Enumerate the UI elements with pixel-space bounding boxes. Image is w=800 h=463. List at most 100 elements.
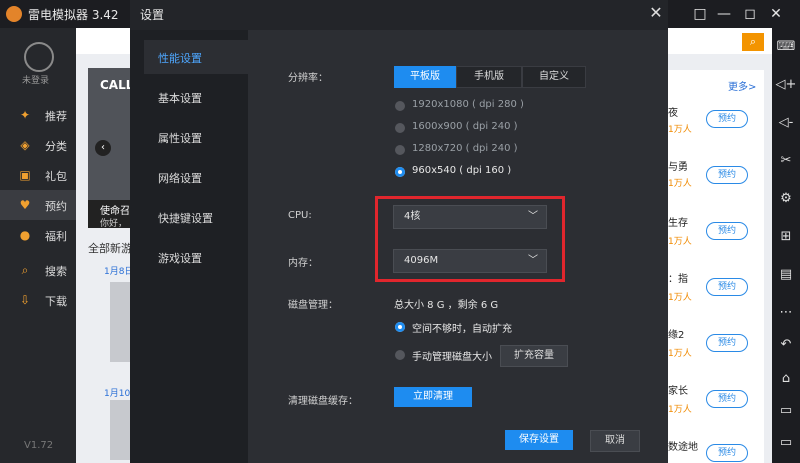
- gear-icon[interactable]: ⚙: [772, 186, 800, 212]
- volume-up-icon[interactable]: ◁+: [772, 72, 800, 98]
- option-label: 1280x720 ( dpi 240 ): [412, 143, 518, 154]
- memory-label: 内存：: [288, 258, 318, 269]
- dialog-titlebar: [130, 0, 668, 30]
- reserve-button[interactable]: 预约: [706, 390, 748, 408]
- list-item-sub: 1万人: [668, 405, 692, 415]
- banner-title: CALL: [100, 78, 134, 92]
- list-item-title: 家长: [668, 386, 688, 397]
- more-link[interactable]: 更多>: [728, 78, 756, 93]
- reserve-button[interactable]: 预约: [706, 444, 748, 462]
- list-item-title: 生存: [668, 218, 688, 229]
- banner-prev-icon[interactable]: ‹: [95, 140, 111, 156]
- back-icon[interactable]: ↶: [772, 332, 800, 358]
- sidebar-item-category[interactable]: ◈ 分类: [0, 130, 76, 160]
- layers-icon: ◈: [20, 138, 30, 152]
- tab-phone[interactable]: 手机版: [456, 66, 522, 88]
- tab-tablet[interactable]: 平板版: [394, 66, 456, 88]
- reserve-button[interactable]: 预约: [706, 110, 748, 128]
- close-window-icon[interactable]: ✕: [764, 3, 788, 25]
- clear-cache-button[interactable]: 立即清理: [394, 387, 472, 407]
- scissors-icon[interactable]: ✂: [772, 148, 800, 174]
- sidebar-item-welfare[interactable]: ● 福利: [0, 220, 76, 250]
- disk-label: 磁盘管理：: [288, 300, 338, 311]
- tab-shortcuts[interactable]: 快捷键设置: [144, 200, 248, 234]
- volume-down-icon[interactable]: ◁-: [772, 110, 800, 136]
- avatar[interactable]: [24, 42, 54, 72]
- recent-apps-icon[interactable]: ▭: [772, 398, 800, 424]
- login-status[interactable]: 未登录: [22, 73, 49, 86]
- memory-select[interactable]: 4096M ﹀: [393, 249, 547, 273]
- reserve-button[interactable]: 预约: [706, 278, 748, 296]
- gift-icon: ▣: [19, 168, 31, 182]
- memory-value: 4096M: [404, 255, 439, 266]
- close-icon[interactable]: ✕: [646, 3, 666, 23]
- radio-1600x900[interactable]: [395, 123, 405, 133]
- reserve-button[interactable]: 预约: [706, 334, 748, 352]
- cpu-select[interactable]: 4核 ﹀: [393, 205, 547, 229]
- tab-properties[interactable]: 属性设置: [144, 120, 248, 154]
- tab-custom[interactable]: 自定义: [522, 66, 586, 88]
- radio-manual-disk[interactable]: [395, 350, 405, 360]
- search-icon[interactable]: ⌕: [742, 33, 764, 51]
- option-label: 960x540 ( dpi 160 ): [412, 165, 512, 176]
- list-item-sub: 1万人: [668, 349, 692, 359]
- sidebar-item-download[interactable]: ⇩ 下载: [0, 285, 76, 315]
- option-label: 1920x1080 ( dpi 280 ): [412, 99, 524, 110]
- list-item-title: 夜: [668, 108, 678, 119]
- cpu-value: 4核: [404, 211, 421, 222]
- tab-performance[interactable]: 性能设置: [144, 40, 248, 74]
- more-icon[interactable]: ⋯: [772, 300, 800, 326]
- banner-caption: 使命召: [100, 206, 130, 217]
- leidian-logo-icon: [6, 6, 22, 22]
- timeline-thumb[interactable]: [110, 282, 130, 362]
- reserve-button[interactable]: 预约: [706, 222, 748, 240]
- sidebar-item-reserve[interactable]: ♥ 预约: [0, 190, 76, 220]
- section-title: 全部新游: [88, 242, 132, 255]
- list-item-title: ：指: [668, 274, 688, 285]
- apk-icon[interactable]: ▤: [772, 262, 800, 288]
- tab-basic[interactable]: 基本设置: [144, 80, 248, 114]
- timeline-thumb[interactable]: [110, 400, 130, 460]
- sidebar-item-recommend[interactable]: ✦ 推荐: [0, 100, 76, 130]
- expand-capacity-button[interactable]: 扩充容量: [500, 345, 568, 367]
- home-icon[interactable]: ⌂: [772, 366, 800, 392]
- app-title: 雷电模拟器 3.42: [28, 8, 119, 22]
- dialog-title: 设置: [140, 8, 165, 22]
- option-label: 空间不够时，自动扩充: [412, 324, 512, 335]
- cache-label: 清理磁盘缓存：: [288, 396, 358, 407]
- timeline-date: 1月10: [104, 389, 131, 399]
- sidebar-item-search[interactable]: ⌕ 搜索: [0, 255, 76, 285]
- list-item-title: 数途地: [668, 442, 698, 453]
- version-label: V1.72: [24, 440, 54, 451]
- minimize-icon[interactable]: —: [712, 3, 736, 25]
- list-item-title: 与勇: [668, 162, 688, 173]
- list-item-sub: 1万人: [668, 237, 692, 247]
- add-window-icon[interactable]: ⊞: [772, 224, 800, 250]
- list-item-sub: 1万人: [668, 179, 692, 189]
- sidebar-item-gift[interactable]: ▣ 礼包: [0, 160, 76, 190]
- tab-network[interactable]: 网络设置: [144, 160, 248, 194]
- coin-icon: ●: [19, 228, 31, 242]
- list-item-title: 缘2: [668, 330, 685, 341]
- list-item-sub: 1万人: [668, 293, 692, 303]
- radio-960x540[interactable]: [395, 167, 405, 177]
- radio-1920x1080[interactable]: [395, 101, 405, 111]
- search-icon: ⌕: [21, 263, 29, 277]
- maximize-icon[interactable]: ◻: [738, 3, 762, 25]
- radio-auto-expand[interactable]: [395, 322, 405, 332]
- chevron-down-icon: ﹀: [528, 211, 538, 222]
- tab-game[interactable]: 游戏设置: [144, 240, 248, 274]
- save-button[interactable]: 保存设置: [505, 430, 573, 450]
- recent-apps-alt-icon[interactable]: ▭: [772, 430, 800, 456]
- keyboard-icon[interactable]: ⌨: [772, 34, 800, 60]
- reserve-button[interactable]: 预约: [706, 166, 748, 184]
- restore-icon[interactable]: □: [688, 3, 712, 25]
- option-label: 1600x900 ( dpi 240 ): [412, 121, 518, 132]
- resolution-label: 分辨率：: [288, 73, 328, 84]
- banner-subcaption: 你好，: [100, 219, 128, 229]
- cancel-button[interactable]: 取消: [590, 430, 640, 452]
- gamepad-icon: ✦: [19, 108, 31, 122]
- disk-info: 总大小 8 G ，剩余 6 G: [394, 300, 499, 311]
- cpu-label: CPU:: [288, 210, 312, 221]
- radio-1280x720[interactable]: [395, 145, 405, 155]
